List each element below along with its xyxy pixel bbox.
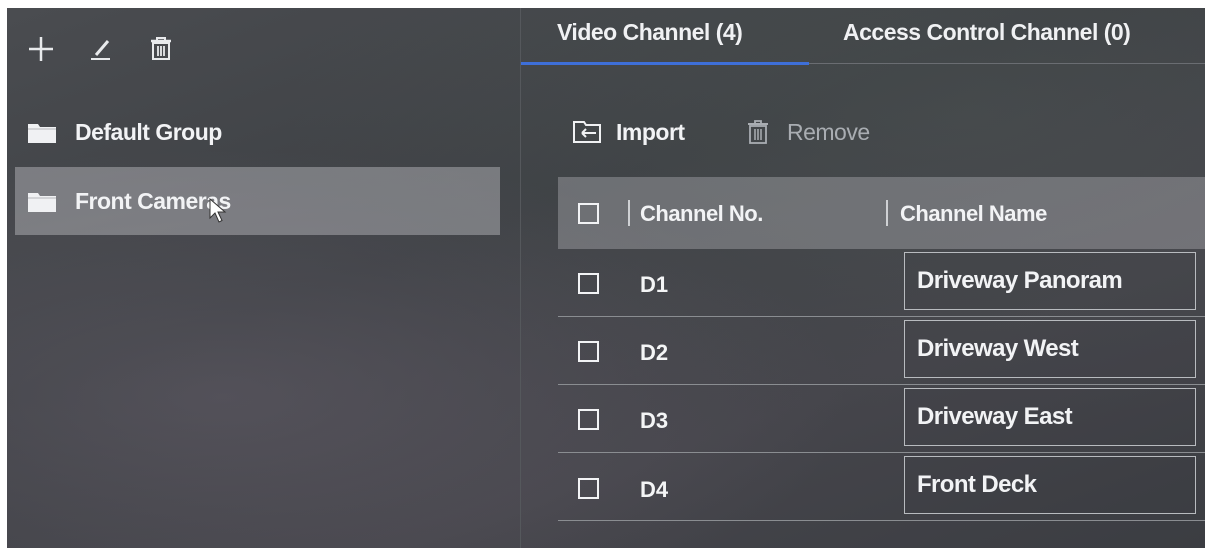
channel-number: D2 bbox=[640, 340, 669, 365]
tab-bar-rule bbox=[809, 63, 1205, 64]
active-tab-indicator bbox=[521, 62, 809, 65]
delete-icon bbox=[151, 37, 171, 60]
channel-number: D4 bbox=[640, 477, 669, 502]
channel-group-screen: Default Group Front Cameras Video Channe… bbox=[7, 8, 1205, 548]
remove-button[interactable]: Remove bbox=[745, 112, 870, 152]
remove-label: Remove bbox=[787, 118, 870, 145]
edit-icon bbox=[91, 40, 110, 60]
import-label: Import bbox=[616, 118, 685, 145]
group-item-label: Front Cameras bbox=[75, 187, 231, 214]
group-item-default[interactable]: Default Group bbox=[15, 102, 500, 162]
group-toolbar bbox=[25, 34, 177, 64]
add-icon bbox=[29, 37, 53, 61]
channel-number: D3 bbox=[640, 408, 669, 433]
group-item-front-cameras[interactable]: Front Cameras bbox=[15, 167, 500, 235]
channel-name-field[interactable]: Driveway East bbox=[904, 388, 1196, 446]
pane-divider bbox=[520, 8, 521, 548]
select-all-checkbox[interactable] bbox=[578, 203, 599, 224]
table-row[interactable]: D2 Driveway West bbox=[558, 317, 1205, 385]
group-item-label: Default Group bbox=[75, 118, 222, 145]
trash-icon bbox=[745, 119, 779, 145]
tab-video-channel[interactable]: Video Channel (4) bbox=[557, 8, 743, 64]
import-button[interactable]: Import bbox=[572, 112, 685, 152]
folder-icon bbox=[27, 189, 57, 213]
row-checkbox[interactable] bbox=[578, 341, 599, 362]
row-divider bbox=[558, 520, 1205, 521]
import-icon bbox=[572, 119, 606, 145]
row-checkbox[interactable] bbox=[578, 478, 599, 499]
column-separator bbox=[628, 200, 630, 226]
mouse-pointer-icon bbox=[209, 198, 227, 223]
column-header-channel-no[interactable]: Channel No. bbox=[640, 201, 763, 227]
channel-name-field[interactable]: Driveway West bbox=[904, 320, 1196, 378]
channel-number: D1 bbox=[640, 272, 669, 297]
table-row[interactable]: D3 Driveway East bbox=[558, 385, 1205, 453]
delete-group-button[interactable] bbox=[145, 34, 177, 64]
column-separator bbox=[886, 200, 888, 226]
channel-name-field[interactable]: Front Deck bbox=[904, 456, 1196, 514]
table-row[interactable]: D1 Driveway Panoram bbox=[558, 249, 1205, 317]
folder-icon bbox=[27, 120, 57, 144]
add-group-button[interactable] bbox=[25, 34, 57, 64]
table-row[interactable]: D4 Front Deck bbox=[558, 453, 1205, 521]
row-checkbox[interactable] bbox=[578, 409, 599, 430]
edit-group-button[interactable] bbox=[85, 34, 117, 64]
row-checkbox[interactable] bbox=[578, 273, 599, 294]
channel-name-field[interactable]: Driveway Panoram bbox=[904, 252, 1196, 310]
column-header-channel-name[interactable]: Channel Name bbox=[900, 201, 1047, 227]
table-header: Channel No. Channel Name bbox=[558, 177, 1205, 249]
tab-access-control-channel[interactable]: Access Control Channel (0) bbox=[843, 8, 1131, 64]
